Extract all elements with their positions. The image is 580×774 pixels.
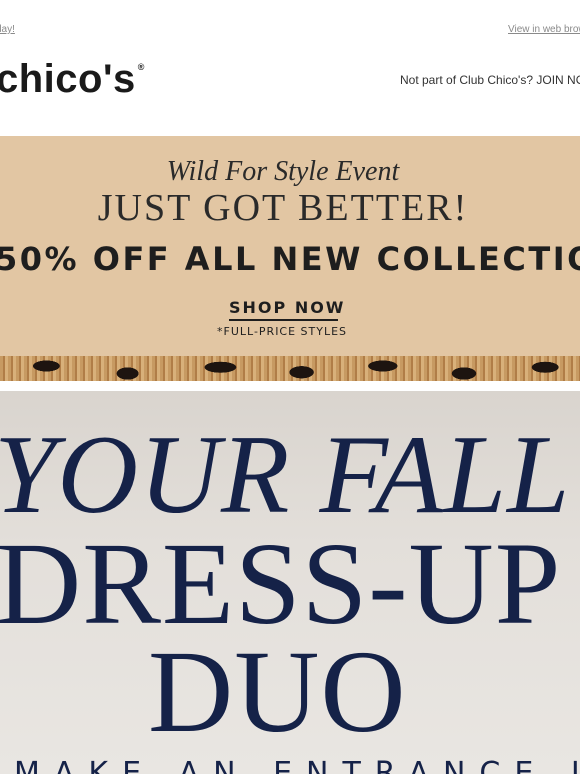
event-title: Wild For Style Event — [166, 156, 400, 187]
promo-offer: 50% OFF ALL NEW COLLECTION — [0, 240, 580, 278]
join-club-link[interactable]: Not part of Club Chico's? JOIN NOW — [400, 73, 580, 87]
hero-subheadline: MAKE AN ENTRANCE IN — [14, 756, 580, 774]
top-bar: day! View in web browser — [0, 0, 580, 60]
registered-mark: ® — [137, 62, 145, 72]
hero-headline-line1: YOUR FALL — [0, 413, 571, 537]
shop-now-button[interactable]: SHOP NOW — [229, 298, 345, 317]
email-header: chico's ® Not part of Club Chico's? JOIN … — [0, 55, 580, 115]
view-in-browser-link[interactable]: View in web browser — [508, 24, 580, 35]
leopard-print-strip — [0, 356, 580, 381]
shop-now-underline — [229, 319, 338, 321]
promo-headline: JUST GOT BETTER! — [97, 187, 469, 229]
preheader-link[interactable]: day! — [0, 24, 15, 35]
promo-disclaimer: *FULL-PRICE STYLES — [217, 325, 348, 338]
hero-banner[interactable]: YOUR FALL DRESS-UP DUO MAKE AN ENTRANCE … — [0, 391, 580, 774]
promo-banner[interactable]: Wild For Style Event JUST GOT BETTER! 50… — [0, 136, 580, 381]
hero-headline-line3: DUO — [148, 626, 407, 757]
logo-text: chico's — [0, 57, 136, 101]
chicos-logo[interactable]: chico's ® — [0, 57, 145, 102]
